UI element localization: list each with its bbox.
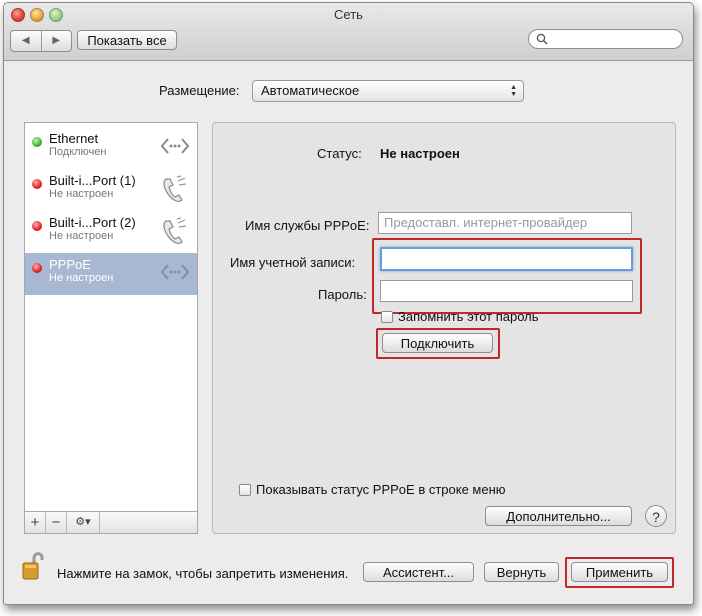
service-name: PPPoE [49, 257, 91, 272]
service-status: Не настроен [49, 230, 114, 242]
service-name: Built-i...Port (2) [49, 215, 136, 230]
show-pppoe-status-checkbox[interactable] [239, 484, 251, 496]
revert-button[interactable]: Вернуть [484, 562, 559, 582]
window-title: Сеть [334, 7, 363, 22]
back-forward-control: ◀ ▶ [10, 30, 72, 52]
status-dot-red [32, 263, 42, 273]
location-value: Автоматическое [261, 83, 360, 98]
lock-hint-text: Нажмите на замок, чтобы запретить измене… [57, 566, 349, 581]
show-all-button[interactable]: Показать все [77, 30, 177, 50]
account-name-label: Имя учетной записи: [230, 255, 356, 270]
service-status: Не настроен [49, 272, 114, 284]
show-pppoe-status-label: Показывать статус PPPoE в строке меню [256, 482, 506, 497]
highlight-apply [565, 557, 674, 588]
remove-service-button[interactable]: − [46, 512, 67, 533]
service-name: Built-i...Port (1) [49, 173, 136, 188]
title-bar: Сеть ◀ ▶ Показать все [4, 3, 693, 61]
highlight-credentials [372, 238, 642, 314]
gear-menu-button[interactable]: ⚙▾ [67, 512, 100, 533]
add-service-button[interactable]: + [25, 512, 46, 533]
phone-icon [163, 175, 187, 202]
phone-icon [163, 217, 187, 244]
service-name-field[interactable]: Предоставл. интернет-провайдер [378, 212, 632, 234]
password-label: Пароль: [318, 287, 367, 302]
status-value: Не настроен [380, 146, 460, 161]
service-name: Ethernet [49, 131, 99, 146]
service-name-label: Имя службы PPPoE: [245, 218, 370, 233]
advanced-button[interactable]: Дополнительно... [485, 506, 632, 526]
service-item-ethernet[interactable]: Ethernet Подключен [25, 127, 197, 169]
service-item-built-in-port-2[interactable]: Built-i...Port (2) Не настроен [25, 211, 197, 253]
status-dot-green [32, 137, 42, 147]
assistant-button[interactable]: Ассистент... [363, 562, 474, 582]
status-dot-red [32, 221, 42, 231]
ethernet-icon [160, 264, 190, 280]
forward-button[interactable]: ▶ [42, 31, 72, 51]
status-dot-red [32, 179, 42, 189]
status-label: Статус: [317, 146, 362, 161]
chevron-updown-icon: ▲ ▼ [510, 84, 517, 98]
remember-password-checkbox[interactable] [381, 311, 393, 323]
location-label: Размещение: [159, 83, 240, 98]
network-preferences-window: Сеть ◀ ▶ Показать все Размещение: Автома… [3, 2, 694, 605]
remember-password-label: Запомнить этот пароль [398, 309, 539, 324]
service-status: Подключен [49, 146, 107, 158]
search-input[interactable] [528, 29, 683, 49]
services-list: Ethernet Подключен Built-i...Port (1) Не… [24, 122, 198, 512]
location-select[interactable]: Автоматическое ▲ ▼ [252, 80, 524, 102]
services-action-bar: + − ⚙▾ [24, 512, 198, 534]
service-status: Не настроен [49, 188, 114, 200]
service-item-pppoe[interactable]: PPPoE Не настроен [25, 253, 197, 295]
help-button[interactable]: ? [645, 505, 667, 527]
lock-icon[interactable] [22, 551, 44, 581]
highlight-connect [376, 328, 500, 359]
ethernet-icon [160, 138, 190, 154]
search-icon [536, 33, 548, 45]
service-item-built-in-port-1[interactable]: Built-i...Port (1) Не настроен [25, 169, 197, 211]
back-button[interactable]: ◀ [11, 31, 42, 51]
